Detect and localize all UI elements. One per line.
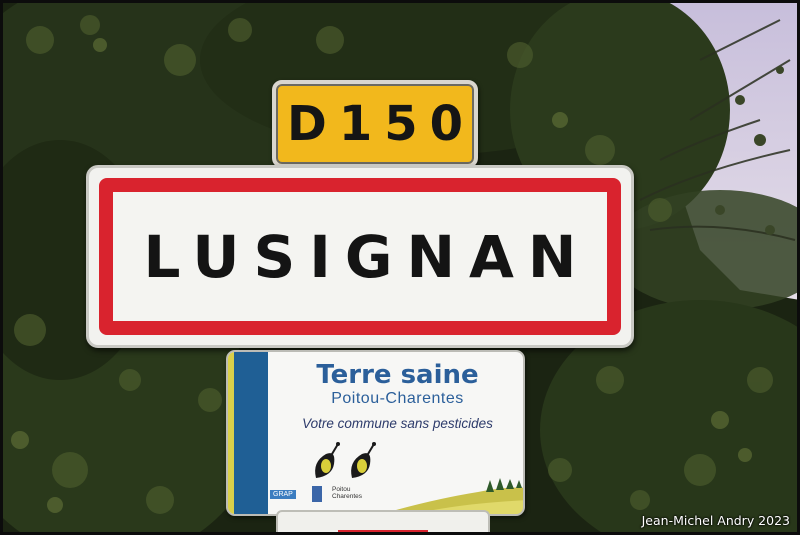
photo-scene: D150 LUSIGNAN Terre saine Poitou-Charent… xyxy=(0,0,800,535)
small-logo xyxy=(312,486,322,502)
road-number-plate: D150 xyxy=(272,80,478,168)
yellow-stripe xyxy=(228,352,234,514)
road-number-text: D150 xyxy=(286,96,476,152)
blue-stripe xyxy=(234,352,268,514)
terre-saine-panel: Terre saine Poitou-Charentes Votre commu… xyxy=(226,350,525,516)
lower-sign-partial xyxy=(276,510,490,535)
region-logo: Poitou Charentes xyxy=(332,486,362,500)
town-name: LUSIGNAN xyxy=(143,222,591,291)
panel-region: Poitou-Charentes xyxy=(331,390,464,407)
grap-logo: GRAP xyxy=(270,490,296,499)
panel-title: Terre saine xyxy=(316,360,479,390)
town-sign-red-border: LUSIGNAN xyxy=(99,178,621,335)
town-entry-sign: LUSIGNAN xyxy=(86,165,634,348)
panel-tagline: Votre commune sans pesticides xyxy=(302,416,493,431)
photo-credit: Jean-Michel Andry 2023 xyxy=(641,513,790,528)
